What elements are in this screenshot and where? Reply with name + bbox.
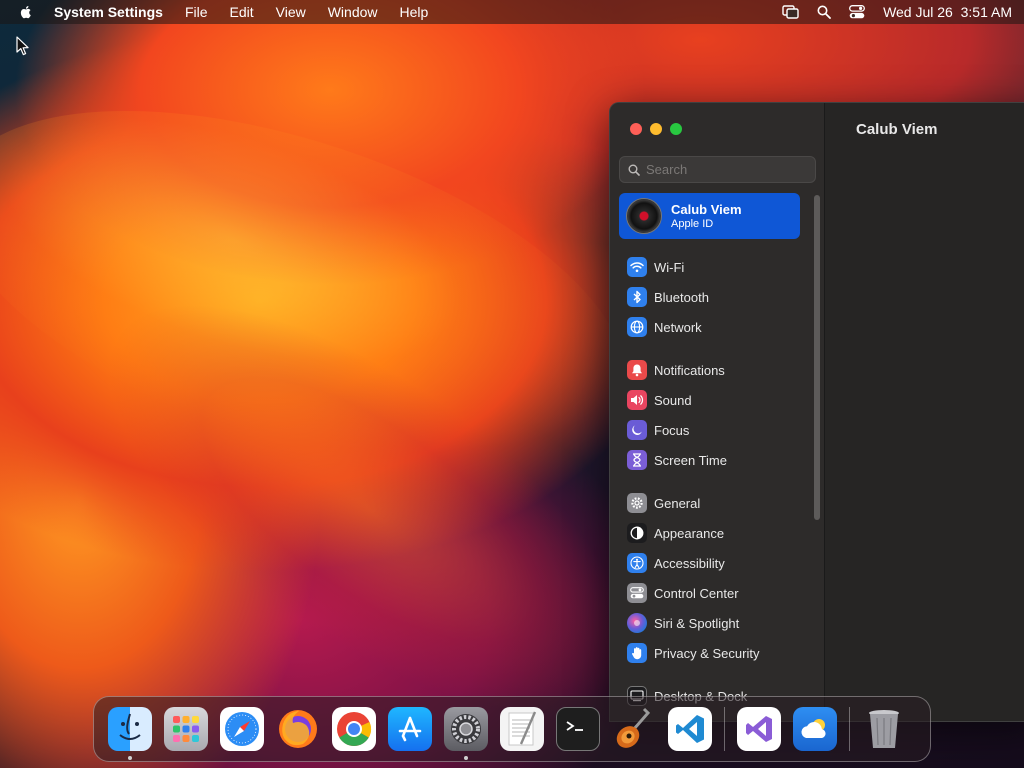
running-indicator <box>464 756 468 760</box>
chrome-icon[interactable] <box>332 707 376 751</box>
accessibility-icon <box>627 553 647 573</box>
trash-icon[interactable] <box>862 707 906 751</box>
control-center-menu-icon[interactable] <box>849 5 866 19</box>
sidebar-item-screen-time[interactable]: Screen Time <box>619 445 800 475</box>
menu-edit[interactable]: Edit <box>230 4 254 20</box>
sidebar-item-control-center[interactable]: Control Center <box>619 578 800 608</box>
sidebar-item-label: General <box>654 495 701 511</box>
guitar-icon[interactable] <box>612 707 656 751</box>
sidebar-item-general[interactable]: General <box>619 488 800 518</box>
mouse-cursor-icon <box>16 36 29 56</box>
sidebar-item-accessibility[interactable]: Accessibility <box>619 548 800 578</box>
weather-icon[interactable] <box>793 707 837 751</box>
sidebar-scrollbar[interactable] <box>814 195 820 520</box>
search-input[interactable] <box>646 162 806 177</box>
page-title: Calub Viem <box>856 121 938 138</box>
avatar <box>626 198 662 234</box>
hand-icon <box>627 643 647 663</box>
bluetooth-icon <box>627 287 647 307</box>
speaker-icon <box>627 390 647 410</box>
sidebar-item-label: Siri & Spotlight <box>654 615 740 631</box>
gear-icon <box>627 493 647 513</box>
sidebar-item-wifi[interactable]: Wi-Fi <box>619 252 800 282</box>
close-window-button[interactable] <box>630 123 642 135</box>
account-subtitle: Apple ID <box>671 218 714 230</box>
sidebar-item-sound[interactable]: Sound <box>619 385 800 415</box>
system-settings-window: Calub Viem Apple ID Wi-Fi Bluetooth <box>609 102 1024 722</box>
running-indicator <box>128 756 132 760</box>
menu-clock[interactable]: Wed Jul 26 3:51 AM <box>883 4 1012 20</box>
dock <box>93 696 931 762</box>
menu-window[interactable]: Window <box>328 4 378 20</box>
control-center-icon <box>627 583 647 603</box>
system-settings-icon[interactable] <box>444 707 488 760</box>
settings-sidebar: Calub Viem Apple ID Wi-Fi Bluetooth <box>610 103 825 721</box>
firefox-icon[interactable] <box>276 707 320 751</box>
moon-icon <box>627 420 647 440</box>
settings-group-network: Wi-Fi Bluetooth Network <box>619 252 800 342</box>
appearance-icon <box>627 523 647 543</box>
sidebar-item-label: Control Center <box>654 585 739 601</box>
zoom-window-button[interactable] <box>670 123 682 135</box>
sidebar-item-label: Focus <box>654 422 690 438</box>
textedit-icon[interactable] <box>500 707 544 751</box>
safari-icon[interactable] <box>220 707 264 751</box>
search-icon <box>628 164 640 176</box>
sidebar-item-notifications[interactable]: Notifications <box>619 355 800 385</box>
apple-id-account[interactable]: Calub Viem Apple ID <box>619 193 800 239</box>
sidebar-item-siri-spotlight[interactable]: Siri & Spotlight <box>619 608 800 638</box>
window-controls <box>630 123 682 135</box>
menu-help[interactable]: Help <box>400 4 429 20</box>
apple-menu-icon[interactable] <box>18 4 34 20</box>
sidebar-item-appearance[interactable]: Appearance <box>619 518 800 548</box>
sidebar-item-bluetooth[interactable]: Bluetooth <box>619 282 800 312</box>
terminal-icon[interactable] <box>556 707 600 751</box>
menu-app-name[interactable]: System Settings <box>54 4 163 20</box>
app-store-icon[interactable] <box>388 707 432 751</box>
finder-icon[interactable] <box>108 707 152 760</box>
globe-icon <box>627 317 647 337</box>
settings-group-notifications: Notifications Sound Focus Screen Time <box>619 355 800 475</box>
siri-icon <box>627 613 647 633</box>
menu-bar: System Settings File Edit View Window He… <box>0 0 1024 24</box>
menu-view[interactable]: View <box>276 4 306 20</box>
vscode-icon[interactable] <box>668 707 712 751</box>
sidebar-item-label: Notifications <box>654 362 725 378</box>
account-name: Calub Viem <box>671 202 742 217</box>
wifi-icon <box>627 257 647 277</box>
launchpad-icon[interactable] <box>164 707 208 751</box>
sidebar-item-label: Appearance <box>654 525 725 541</box>
sidebar-item-label: Bluetooth <box>654 289 709 305</box>
sidebar-item-label: Network <box>654 319 702 335</box>
visual-studio-icon[interactable] <box>737 707 781 751</box>
sidebar-item-label: Accessibility <box>654 555 725 571</box>
settings-list: Wi-Fi Bluetooth Network Notifications So… <box>619 252 800 721</box>
sidebar-item-label: Privacy & Security <box>654 645 760 661</box>
settings-group-general: General Appearance Accessibility Control… <box>619 488 800 668</box>
spotlight-search-icon[interactable] <box>817 5 831 19</box>
sidebar-item-focus[interactable]: Focus <box>619 415 800 445</box>
bell-icon <box>627 360 647 380</box>
dock-separator <box>849 707 850 751</box>
hourglass-icon <box>627 450 647 470</box>
sidebar-item-label: Screen Time <box>654 452 727 468</box>
sidebar-item-label: Wi-Fi <box>654 259 685 275</box>
screen-mirroring-icon[interactable] <box>782 5 799 19</box>
sidebar-item-label: Sound <box>654 392 692 408</box>
settings-detail-pane: Calub Viem <box>825 103 1024 721</box>
dock-separator <box>724 707 725 751</box>
menu-file[interactable]: File <box>185 4 208 20</box>
sidebar-item-privacy-security[interactable]: Privacy & Security <box>619 638 800 668</box>
minimize-window-button[interactable] <box>650 123 662 135</box>
sidebar-item-network[interactable]: Network <box>619 312 800 342</box>
search-field[interactable] <box>619 156 816 183</box>
